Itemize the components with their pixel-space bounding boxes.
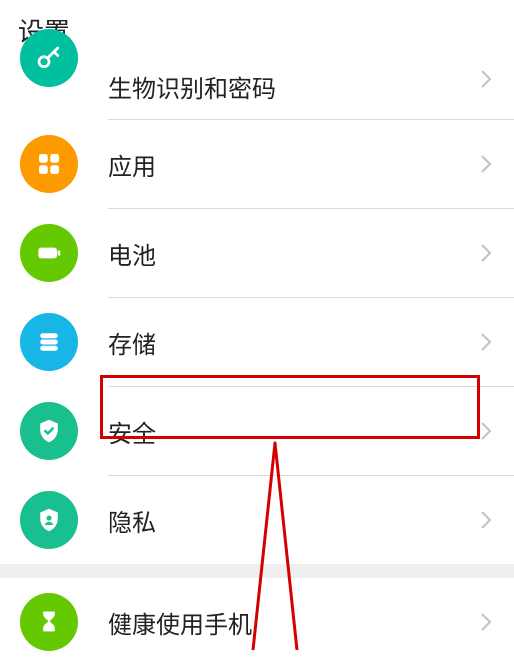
settings-item-battery[interactable]: 电池	[0, 209, 514, 297]
settings-item-label: 存储	[108, 325, 480, 360]
chevron-right-icon	[480, 612, 492, 632]
settings-list: 生物识别和密码 应用	[0, 63, 514, 666]
settings-item-apps[interactable]: 应用	[0, 120, 514, 208]
settings-item-security[interactable]: 安全	[0, 387, 514, 475]
settings-item-biometric[interactable]: 生物识别和密码	[0, 63, 514, 119]
settings-item-digital[interactable]: 健康使用手机	[0, 578, 514, 666]
battery-icon	[20, 224, 78, 282]
settings-item-privacy[interactable]: 隐私	[0, 476, 514, 564]
chevron-right-icon	[480, 154, 492, 174]
settings-item-label: 隐私	[108, 503, 480, 538]
settings-item-label: 安全	[108, 414, 480, 449]
settings-item-label: 电池	[108, 236, 480, 271]
storage-icon	[20, 313, 78, 371]
key-icon	[20, 29, 78, 87]
chevron-right-icon	[480, 332, 492, 352]
shield-check-icon	[20, 402, 78, 460]
settings-item-label: 健康使用手机	[108, 605, 480, 640]
hourglass-icon	[20, 593, 78, 651]
settings-item-label: 生物识别和密码	[108, 69, 480, 104]
settings-item-storage[interactable]: 存储	[0, 298, 514, 386]
chevron-right-icon	[480, 421, 492, 441]
apps-icon	[20, 135, 78, 193]
chevron-right-icon	[480, 243, 492, 263]
chevron-right-icon	[480, 510, 492, 530]
settings-item-label: 应用	[108, 147, 480, 182]
shield-user-icon	[20, 491, 78, 549]
settings-screen: 设置 生物识别和密码	[0, 0, 514, 642]
section-gap	[0, 564, 514, 578]
chevron-right-icon	[480, 69, 492, 89]
